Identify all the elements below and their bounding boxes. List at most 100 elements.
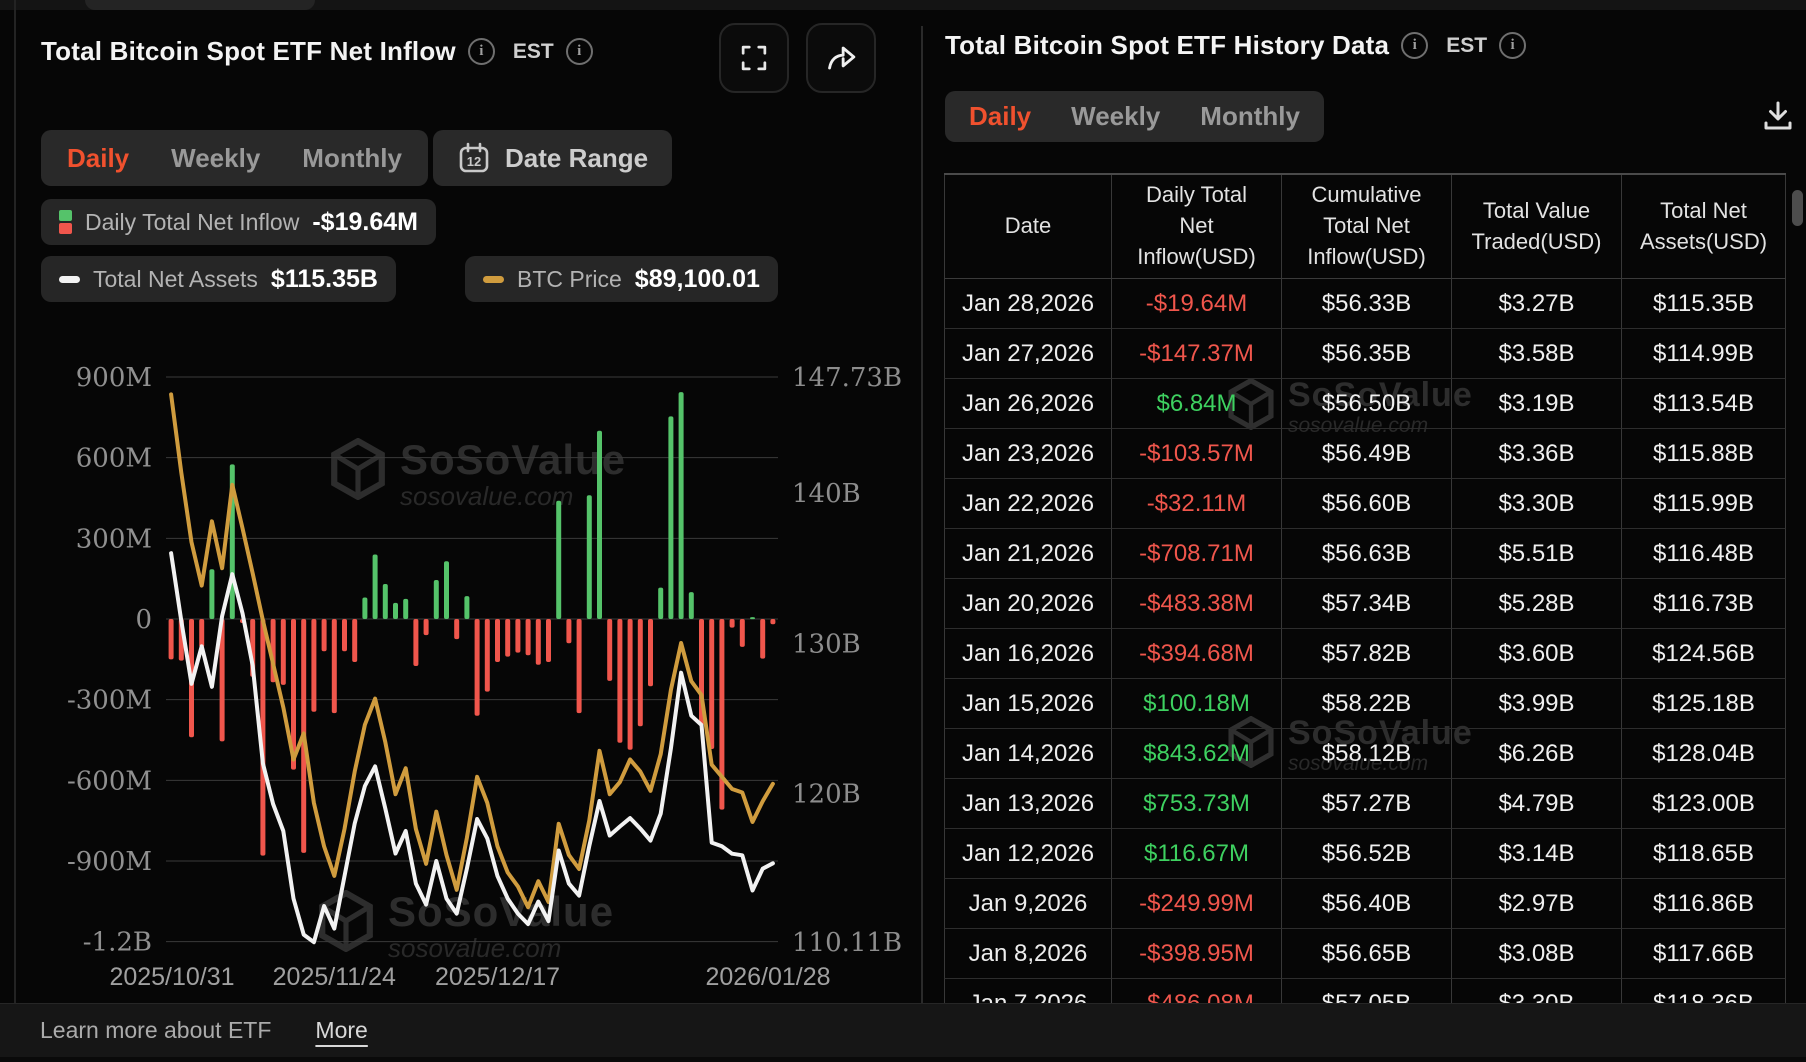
table-cell-value: -$483.38M <box>1112 579 1282 629</box>
table-row[interactable]: Jan 16,2026-$394.68M$57.82B$3.60B$124.56… <box>944 629 1786 679</box>
inflow-bar <box>475 619 480 716</box>
info-icon[interactable]: i <box>1401 32 1428 59</box>
y-axis-right-label: 120B <box>792 779 861 809</box>
inflow-bar <box>209 569 214 619</box>
table-cell-value: $56.65B <box>1282 929 1452 979</box>
table-row[interactable]: Jan 7,2026-$486.08M$57.05B$3.30B$118.36B <box>944 979 1786 1005</box>
table-cell-value: $843.62M <box>1112 729 1282 779</box>
table-row[interactable]: Jan 27,2026-$147.37M$56.35B$3.58B$114.99… <box>944 329 1786 379</box>
inflow-bar <box>199 619 204 647</box>
inflow-bar <box>515 619 520 653</box>
table-cell-date: Jan 14,2026 <box>944 729 1112 779</box>
table-cell-date: Jan 9,2026 <box>944 879 1112 929</box>
inflow-bar <box>679 392 684 619</box>
table-cell-value: $3.36B <box>1452 429 1622 479</box>
table-cell-value: $57.27B <box>1282 779 1452 829</box>
table-row[interactable]: Jan 8,2026-$398.95M$56.65B$3.08B$117.66B <box>944 929 1786 979</box>
table-cell-date: Jan 23,2026 <box>944 429 1112 479</box>
inflow-bar <box>658 588 663 619</box>
inflow-bar <box>566 619 571 643</box>
inflow-bar <box>485 619 490 692</box>
table-cell-value: -$708.71M <box>1112 529 1282 579</box>
table-row[interactable]: Jan 23,2026-$103.57M$56.49B$3.36B$115.88… <box>944 429 1786 479</box>
table-row[interactable]: Jan 9,2026-$249.99M$56.40B$2.97B$116.86B <box>944 879 1786 929</box>
table-cell-value: $3.30B <box>1452 979 1622 1005</box>
table-cell-date: Jan 21,2026 <box>944 529 1112 579</box>
table-cell-value: $56.33B <box>1282 279 1452 329</box>
y-axis-right-label: 147.73B <box>792 363 902 393</box>
info-icon[interactable]: i <box>1499 32 1526 59</box>
table-cell-value: -$103.57M <box>1112 429 1282 479</box>
tab-monthly[interactable]: Monthly <box>1200 101 1300 132</box>
table-row[interactable]: Jan 26,2026$6.84M$56.50B$3.19B$113.54B <box>944 379 1786 429</box>
footer-more-link[interactable]: More <box>315 1017 367 1044</box>
table-cell-value: $58.22B <box>1282 679 1452 729</box>
table-cell-value: $116.48B <box>1622 529 1786 579</box>
table-cell-value: -$394.68M <box>1112 629 1282 679</box>
inflow-bar <box>526 619 531 655</box>
table-row[interactable]: Jan 21,2026-$708.71M$56.63B$5.51B$116.48… <box>944 529 1786 579</box>
table-cell-date: Jan 12,2026 <box>944 829 1112 879</box>
download-button[interactable] <box>1758 96 1798 136</box>
table-row[interactable]: Jan 20,2026-$483.38M$57.34B$5.28B$116.73… <box>944 579 1786 629</box>
inflow-bar <box>464 596 469 619</box>
inflow-bar <box>628 619 633 750</box>
inflow-bar <box>373 554 378 619</box>
tab-weekly[interactable]: Weekly <box>1071 101 1160 132</box>
table-cell-value: -$32.11M <box>1112 479 1282 529</box>
table-cell-value: $3.60B <box>1452 629 1622 679</box>
right-panel-header: Total Bitcoin Spot ETF History Data i ES… <box>945 30 1526 61</box>
y-axis-left-label: -300M <box>67 686 152 716</box>
y-axis-right-label: 110.11B <box>792 928 902 958</box>
table-cell-date: Jan 28,2026 <box>944 279 1112 329</box>
inflow-bar <box>668 416 673 619</box>
table-row[interactable]: Jan 14,2026$843.62M$58.12B$6.26B$128.04B <box>944 729 1786 779</box>
table-cell-value: $3.08B <box>1452 929 1622 979</box>
table-cell-date: Jan 8,2026 <box>944 929 1112 979</box>
tab-daily[interactable]: Daily <box>969 101 1031 132</box>
table-row[interactable]: Jan 12,2026$116.67M$56.52B$3.14B$118.65B <box>944 829 1786 879</box>
footer-bar: Learn more about ETF More <box>0 1003 1806 1057</box>
footer-text: Learn more about ETF <box>40 1017 271 1044</box>
table-body: Jan 28,2026-$19.64M$56.33B$3.27B$115.35B… <box>944 279 1786 1005</box>
y-axis-right-label: 140B <box>792 479 861 509</box>
table-row[interactable]: Jan 22,2026-$32.11M$56.60B$3.30B$115.99B <box>944 479 1786 529</box>
table-header-cell: Total Net Assets(USD) <box>1622 175 1786 279</box>
inflow-bar <box>770 619 775 624</box>
table-scrollbar[interactable] <box>1792 190 1803 226</box>
table-cell-value: $3.27B <box>1452 279 1622 329</box>
y-axis-left-label: 600M <box>76 444 152 474</box>
table-cell-value: $124.56B <box>1622 629 1786 679</box>
table-cell-date: Jan 13,2026 <box>944 779 1112 829</box>
inflow-bar <box>648 619 653 686</box>
y-axis-left-label: -900M <box>67 847 152 877</box>
table-cell-date: Jan 27,2026 <box>944 329 1112 379</box>
inflow-bar <box>638 619 643 726</box>
table-row[interactable]: Jan 15,2026$100.18M$58.22B$3.99B$125.18B <box>944 679 1786 729</box>
table-cell-value: $116.67M <box>1112 829 1282 879</box>
inflow-bar <box>434 580 439 619</box>
table-cell-value: $3.14B <box>1452 829 1622 879</box>
table-cell-value: $118.65B <box>1622 829 1786 879</box>
table-period-tabs: Daily Weekly Monthly <box>945 91 1324 142</box>
table-header-cell: Total Value Traded(USD) <box>1452 175 1622 279</box>
inflow-bar <box>740 619 745 647</box>
y-axis-left-label: 900M <box>76 363 152 393</box>
table-cell-value: $5.51B <box>1452 529 1622 579</box>
table-cell-value: $56.52B <box>1282 829 1452 879</box>
inflow-bar <box>352 619 357 662</box>
table-cell-value: $100.18M <box>1112 679 1282 729</box>
table-row[interactable]: Jan 28,2026-$19.64M$56.33B$3.27B$115.35B <box>944 279 1786 329</box>
table-cell-value: $128.04B <box>1622 729 1786 779</box>
table-cell-value: $118.36B <box>1622 979 1786 1005</box>
inflow-bar <box>689 592 694 619</box>
table-cell-value: $5.28B <box>1452 579 1622 629</box>
table-cell-value: $115.88B <box>1622 429 1786 479</box>
inflow-bar <box>546 619 551 662</box>
y-axis-left-label: -600M <box>67 766 152 796</box>
download-icon <box>1760 98 1796 134</box>
history-data-table: DateDaily Total Net Inflow(USD)Cumulativ… <box>944 173 1786 1005</box>
table-row[interactable]: Jan 13,2026$753.73M$57.27B$4.79B$123.00B <box>944 779 1786 829</box>
inflow-bar <box>597 431 602 619</box>
table-cell-value: $56.50B <box>1282 379 1452 429</box>
